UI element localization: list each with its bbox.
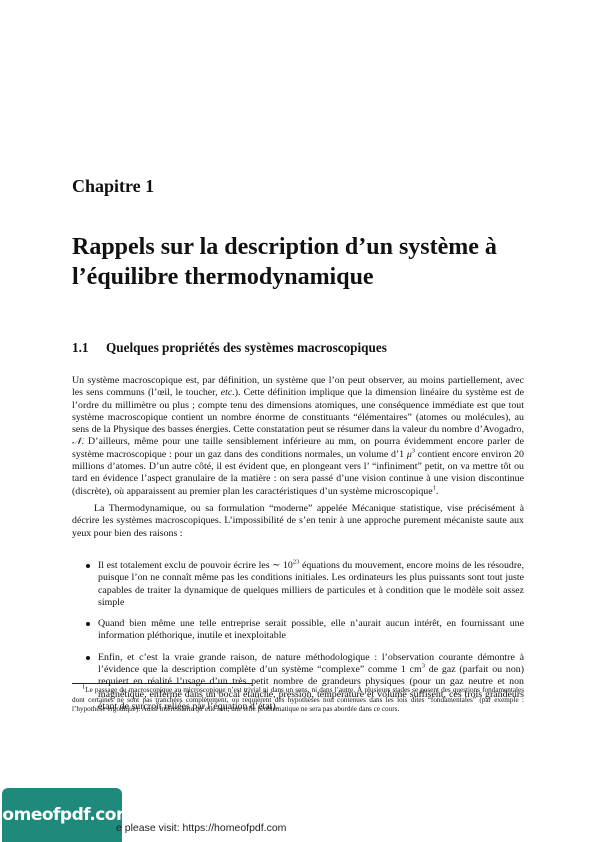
list-item-text: Quand bien même une telle entreprise ser… [98, 618, 524, 642]
paragraph-text: . [435, 485, 439, 497]
section-number: 1.1 [72, 340, 89, 355]
paragraph-intro: Un système macroscopique est, par défini… [72, 375, 524, 498]
list-item: Il est totalement exclu de pouvoir écrir… [72, 559, 524, 609]
list-item: Quand bien même une telle entreprise ser… [72, 618, 524, 643]
footnote-divider [72, 683, 252, 684]
list-item-text: Il est totalement exclu de pouvoir écrir… [98, 560, 293, 571]
chapter-title: Rappels sur la description d’un système … [72, 234, 497, 290]
footnote-text: Le passage du macroscopique au microscop… [72, 686, 524, 714]
logo-text: homeofpdf.com [0, 805, 134, 825]
section-title: Quelques propriétés des systèmes macrosc… [106, 340, 387, 355]
visit-link[interactable]: e please visit: https://homeofpdf.com [116, 822, 286, 834]
homeofpdf-logo[interactable]: homeofpdf.com [0, 788, 134, 842]
bullet-icon [86, 564, 90, 568]
footnote: 1Le passage du macroscopique au microsco… [72, 684, 524, 715]
document-page: Chapitre 1 Rappels sur la description d’… [0, 0, 595, 842]
paragraph-text-italic: etc. [220, 387, 235, 399]
bullet-icon [86, 622, 90, 627]
section-heading: 1.1 Quelques propriétés des systèmes macr… [72, 340, 387, 356]
bullet-icon [86, 655, 90, 660]
chapter-label: Chapitre 1 [72, 176, 155, 196]
paragraph-thermodynamics: La Thermodynamique, ou sa formulation “m… [72, 503, 524, 539]
